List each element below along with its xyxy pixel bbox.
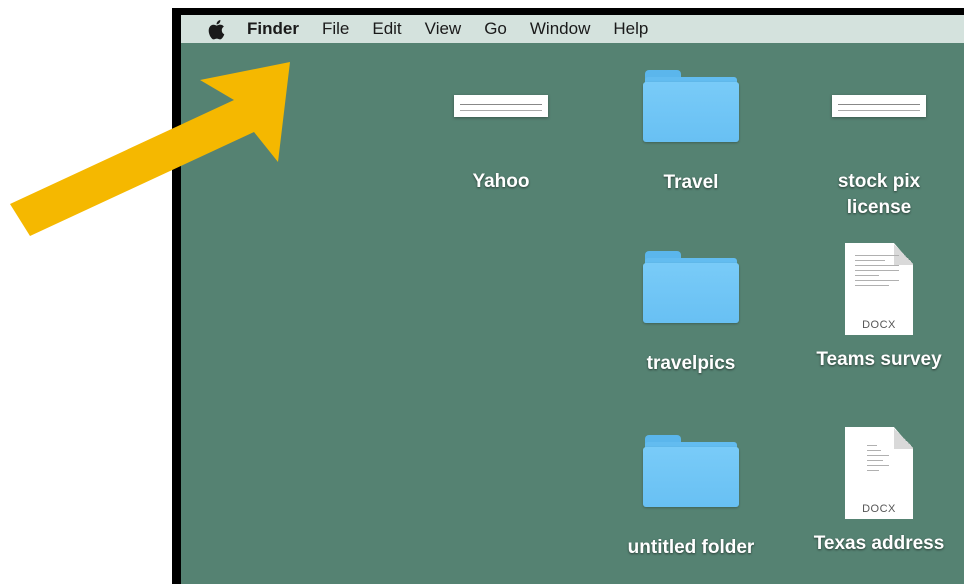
icon-label: travelpics — [646, 353, 736, 374]
menu-view[interactable]: View — [425, 19, 462, 39]
icon-label: Yahoo — [472, 171, 530, 192]
folder-icon — [643, 70, 739, 144]
screenshot-thumbnail-icon — [454, 95, 548, 117]
desktop-icon-texas-address[interactable]: DOCX Texas address — [794, 427, 964, 557]
menu-file[interactable]: File — [322, 19, 349, 39]
docx-document-icon: DOCX — [845, 243, 913, 335]
folder-icon — [643, 435, 739, 509]
yellow-arrow-icon — [10, 62, 290, 236]
menu-edit[interactable]: Edit — [372, 19, 401, 39]
desktop-icon-teams-survey[interactable]: DOCX Teams survey — [794, 243, 964, 373]
menu-help[interactable]: Help — [613, 19, 648, 39]
menu-go[interactable]: Go — [484, 19, 507, 39]
icon-label: Travel — [663, 172, 719, 193]
file-type-badge: DOCX — [862, 503, 896, 515]
icon-label-line-1: stock pix — [837, 171, 921, 192]
icon-label: untitled folder — [627, 537, 755, 558]
menu-window[interactable]: Window — [530, 19, 590, 39]
docx-document-icon: DOCX — [845, 427, 913, 519]
screenshot-thumbnail-icon — [832, 95, 926, 117]
desktop-icon-untitled-folder[interactable]: untitled folder — [606, 435, 776, 561]
file-type-badge: DOCX — [862, 319, 896, 331]
icon-label-line-2: license — [846, 197, 912, 218]
desktop-icon-travel[interactable]: Travel — [606, 70, 776, 196]
desktop-icon-travelpics[interactable]: travelpics — [606, 251, 776, 377]
desktop-icon-yahoo[interactable]: Yahoo — [416, 95, 586, 195]
icon-label: Texas address — [813, 533, 945, 554]
desktop-icon-stock-pix-license[interactable]: stock pix license — [794, 95, 964, 221]
folder-icon — [643, 251, 739, 325]
icon-label: Teams survey — [816, 349, 942, 370]
